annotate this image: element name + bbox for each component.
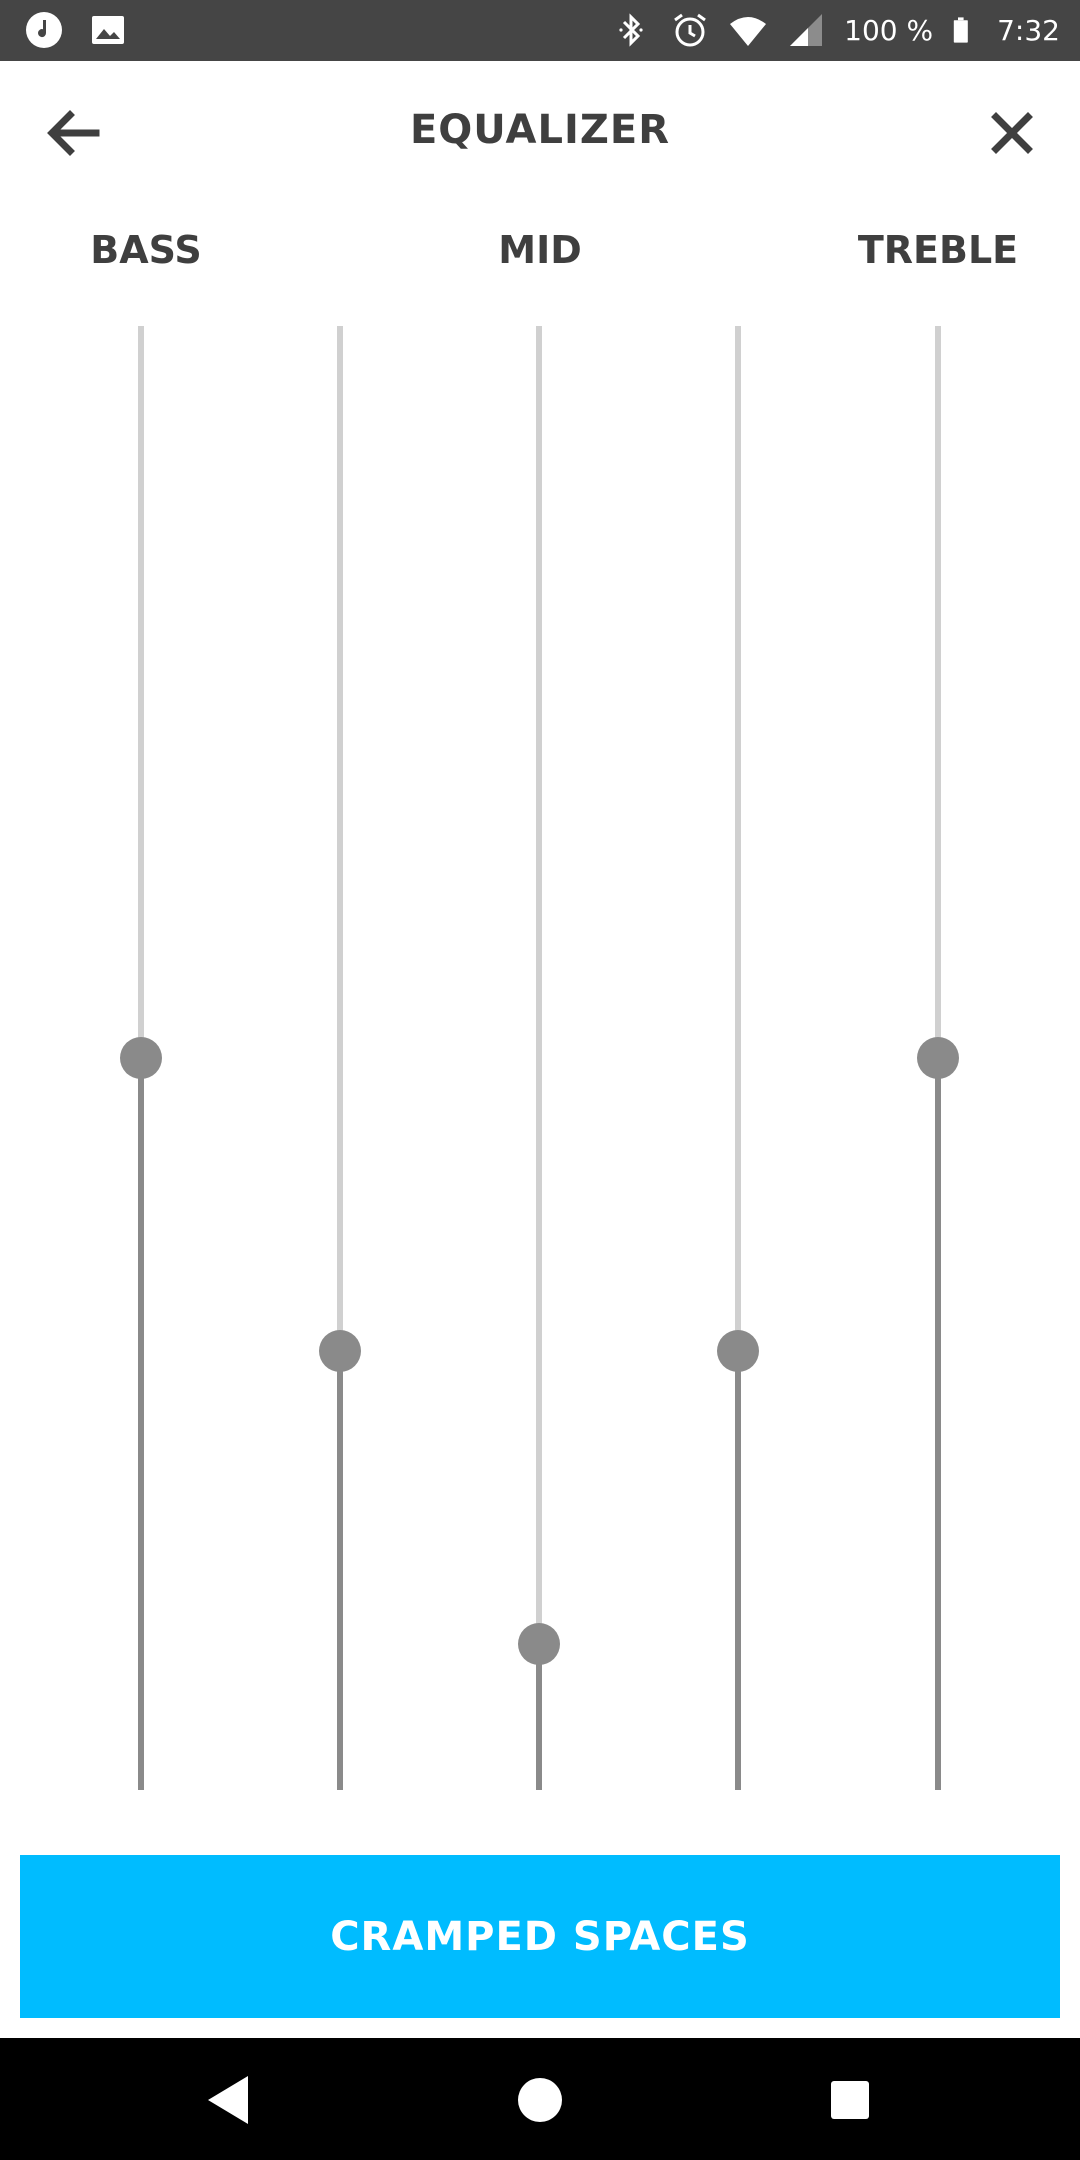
page-title: EQUALIZER xyxy=(409,107,671,153)
slider-thumb[interactable] xyxy=(319,1329,361,1372)
music-note-icon xyxy=(26,12,62,48)
eq-slider-band-3[interactable] xyxy=(509,326,569,1790)
clock: 7:32 xyxy=(997,13,1060,47)
status-bar: 100 % 7:32 xyxy=(0,0,1080,61)
slider-thumb[interactable] xyxy=(917,1037,959,1079)
eq-slider-band-2[interactable] xyxy=(310,326,370,1790)
app-header: EQUALIZER xyxy=(0,61,1080,201)
battery-percentage: 100 % xyxy=(844,13,934,47)
cell-signal-icon xyxy=(790,14,823,46)
slider-track xyxy=(536,326,542,1790)
battery-icon xyxy=(953,17,968,43)
slider-thumb[interactable] xyxy=(120,1037,162,1079)
close-icon xyxy=(991,112,1033,154)
eq-slider-band-4[interactable] xyxy=(708,326,768,1790)
recents-square-icon[interactable] xyxy=(820,2070,880,2130)
preset-button[interactable]: CRAMPED SPACES xyxy=(20,1855,1060,2018)
band-label-treble: TREBLE xyxy=(857,228,1019,272)
wifi-icon xyxy=(730,17,767,46)
band-label-bass: BASS xyxy=(90,228,202,272)
close-button[interactable] xyxy=(984,105,1040,161)
slider-fill xyxy=(536,1643,542,1790)
slider-fill xyxy=(935,1058,941,1790)
eq-slider-band-1[interactable] xyxy=(111,326,171,1790)
slider-fill xyxy=(138,1058,144,1790)
back-triangle-icon[interactable] xyxy=(200,2070,260,2130)
eq-slider-band-5[interactable] xyxy=(908,326,968,1790)
navigation-bar xyxy=(0,2038,1080,2160)
alarm-icon xyxy=(674,13,707,47)
slider-thumb[interactable] xyxy=(518,1622,560,1665)
home-circle-icon[interactable] xyxy=(510,2070,570,2130)
bluetooth-icon xyxy=(619,13,643,47)
band-label-mid: MID xyxy=(498,228,582,272)
slider-fill xyxy=(337,1350,343,1790)
image-icon xyxy=(92,16,124,44)
slider-fill xyxy=(735,1350,741,1790)
slider-thumb[interactable] xyxy=(717,1329,759,1372)
